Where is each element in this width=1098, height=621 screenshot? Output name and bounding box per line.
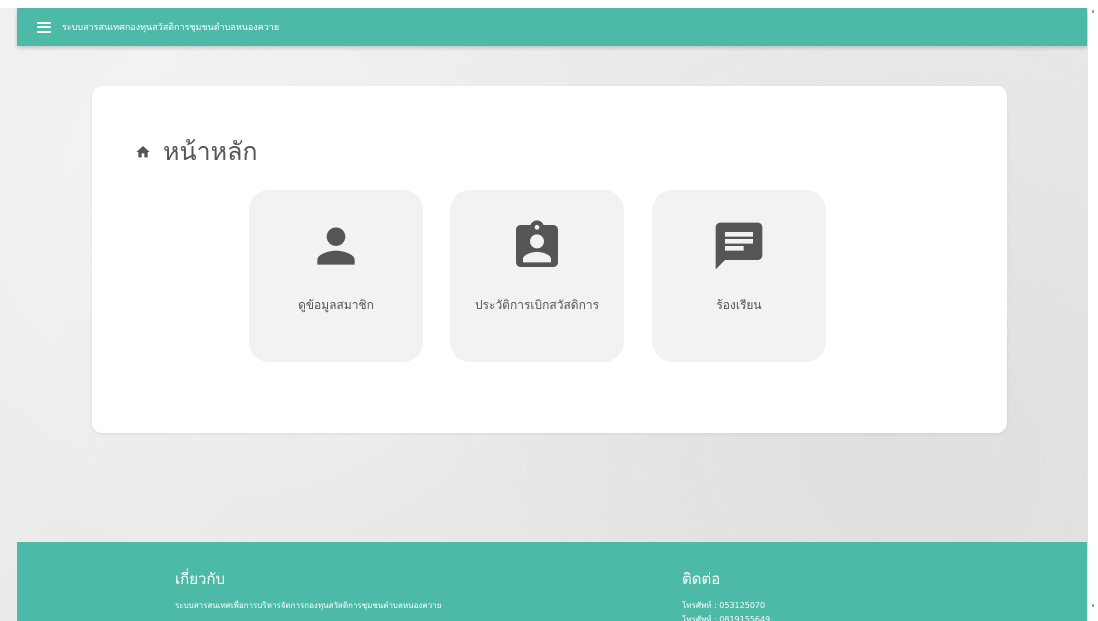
person-icon: [317, 227, 355, 265]
tile-withdrawal-history[interactable]: ประวัติการเบิกสวัสดิการ: [450, 190, 624, 362]
page-title-text: หน้าหลัก: [163, 137, 258, 166]
footer-phone-1: โทรศัพท์ : 053125070: [682, 601, 766, 610]
tile-label: ร้องเรียน: [716, 298, 762, 312]
page-title: หน้าหลัก: [135, 132, 258, 172]
top-navbar: ระบบสารสนเทศกองทุนสวัสดิการชุมชนตำบลหนอง…: [17, 8, 1087, 46]
hamburger-menu-icon[interactable]: [37, 21, 51, 33]
app-title: ระบบสารสนเทศกองทุนสวัสดิการชุมชนตำบลหนอง…: [62, 23, 280, 33]
id-badge-icon: [516, 220, 558, 267]
tile-complaint[interactable]: ร้องเรียน: [652, 190, 826, 362]
footer-about-title: เกี่ยวกับ: [175, 570, 226, 588]
chat-message-icon: [715, 222, 763, 270]
main-card: หน้าหลัก ดูข้อมูลสมาชิก ประวัติการเบิกสว…: [92, 86, 1007, 433]
tile-label: ประวัติการเบิกสวัสดิการ: [474, 298, 600, 312]
top-white-strip: [0, 0, 1098, 8]
scroll-down-marker: [1092, 604, 1094, 607]
tile-label: ดูข้อมูลสมาชิก: [298, 298, 374, 312]
footer-contact-title: ติดต่อ: [682, 570, 721, 588]
scroll-up-marker: [1092, 10, 1094, 13]
tile-member-info[interactable]: ดูข้อมูลสมาชิก: [249, 190, 423, 362]
footer: เกี่ยวกับ ระบบสารสนเทศเพื่อการบริหารจัดก…: [17, 542, 1087, 621]
home-icon: [136, 146, 150, 158]
footer-about-text: ระบบสารสนเทศเพื่อการบริหารจัดการกองทุนสว…: [175, 601, 442, 610]
scrollbar-track[interactable]: [1088, 0, 1098, 621]
footer-phone-2: โทรศัพท์ : 0819155649: [682, 615, 771, 621]
